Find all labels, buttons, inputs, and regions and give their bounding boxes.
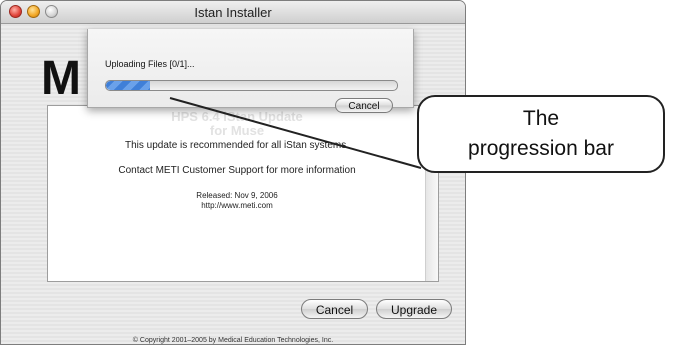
- annotation-callout: The progression bar: [417, 95, 665, 173]
- callout-line2: progression bar: [468, 137, 614, 160]
- callout-line1: The: [522, 107, 560, 130]
